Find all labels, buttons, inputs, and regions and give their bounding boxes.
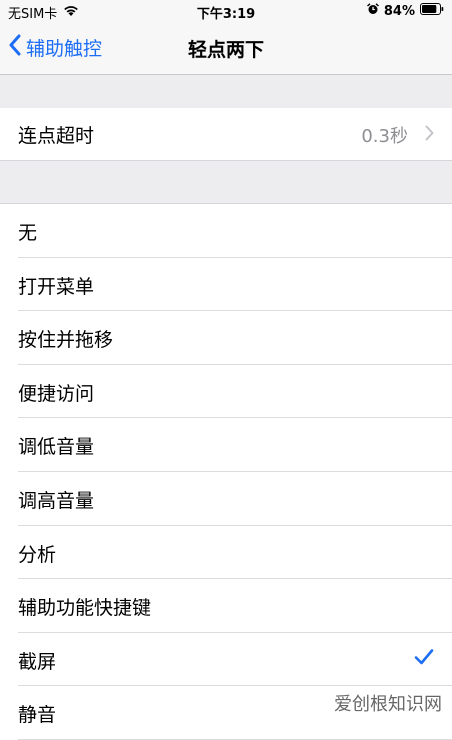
option-label: 打开菜单 <box>18 272 94 299</box>
alarm-icon <box>367 3 379 19</box>
option-label: 无 <box>18 218 37 245</box>
option-row[interactable]: 便捷访问 <box>0 365 452 419</box>
section-spacer <box>0 161 452 204</box>
option-row[interactable]: 截屏 <box>0 633 452 687</box>
chevron-right-icon <box>425 125 434 145</box>
option-row[interactable]: 分析 <box>0 526 452 580</box>
option-label: 静音 <box>18 700 56 727</box>
section-spacer <box>0 75 452 109</box>
battery-icon <box>420 3 444 19</box>
watermark: 爱创根知识网 <box>334 690 442 716</box>
checkmark-icon <box>414 648 434 670</box>
action-options-list: 无打开菜单按住并拖移便捷访问调低音量调高音量分析辅助功能快捷键截屏静音 <box>0 204 452 740</box>
option-label: 辅助功能快捷键 <box>18 593 151 620</box>
option-label: 调低音量 <box>18 432 94 459</box>
timeout-label: 连点超时 <box>18 121 94 148</box>
option-label: 分析 <box>18 540 56 567</box>
option-label: 截屏 <box>18 647 56 674</box>
option-label: 便捷访问 <box>18 379 94 406</box>
option-label: 调高音量 <box>18 486 94 513</box>
option-row[interactable]: 无 <box>0 204 452 258</box>
option-row[interactable]: 打开菜单 <box>0 258 452 312</box>
navigation-bar: 辅助触控 轻点两下 <box>0 22 452 75</box>
option-label: 按住并拖移 <box>18 325 113 352</box>
option-row[interactable]: 调低音量 <box>0 418 452 472</box>
double-tap-timeout-row[interactable]: 连点超时 0.3秒 <box>0 108 452 161</box>
status-bar: 无SIM卡 下午3:19 84% <box>0 0 452 22</box>
option-row[interactable]: 调高音量 <box>0 472 452 526</box>
page-title: 轻点两下 <box>0 35 452 62</box>
option-row[interactable]: 按住并拖移 <box>0 311 452 365</box>
timeout-value: 0.3秒 <box>361 122 408 148</box>
battery-percent: 84% <box>384 4 415 19</box>
option-row[interactable]: 辅助功能快捷键 <box>0 579 452 633</box>
status-right: 84% <box>367 3 444 19</box>
